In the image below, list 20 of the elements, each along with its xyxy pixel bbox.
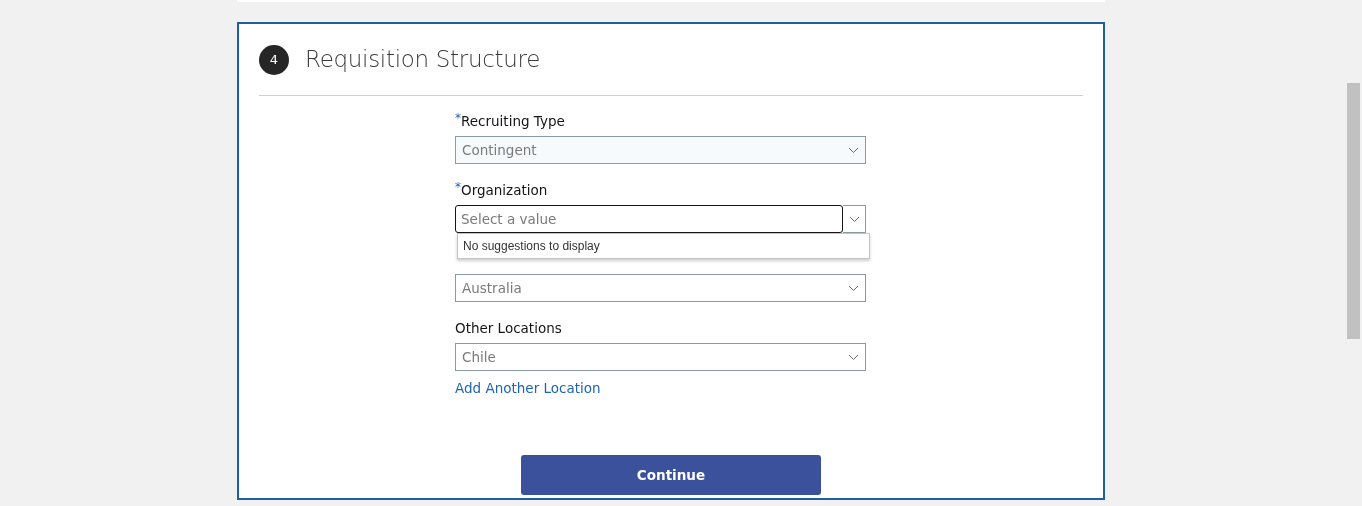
select-field[interactable]: Chile (455, 343, 866, 371)
field-label: Organization (461, 181, 548, 199)
select-field[interactable]: Australia (455, 274, 866, 302)
select-field[interactable]: Contingent (455, 136, 866, 164)
section-title: Requisition Structure (305, 45, 541, 75)
continue-button[interactable]: Continue (521, 455, 821, 495)
scrollbar-thumb[interactable] (1347, 83, 1360, 339)
required-asterisk: * (455, 181, 461, 193)
dropdown-button[interactable] (843, 205, 866, 233)
chevron-down-icon (848, 146, 859, 154)
chevron-down-icon (848, 215, 860, 223)
chevron-down-icon (848, 353, 859, 361)
field-label: Other Locations (455, 319, 562, 337)
chevron-down-icon (848, 284, 859, 292)
field-label: Recruiting Type (461, 112, 565, 130)
combobox-input[interactable]: Select a value (455, 205, 843, 233)
step-number: 4 (259, 44, 289, 75)
required-asterisk: * (455, 112, 461, 124)
add-location-link[interactable]: Add Another Location (455, 379, 866, 397)
no-suggestions-text: No suggestions to display (463, 238, 600, 255)
